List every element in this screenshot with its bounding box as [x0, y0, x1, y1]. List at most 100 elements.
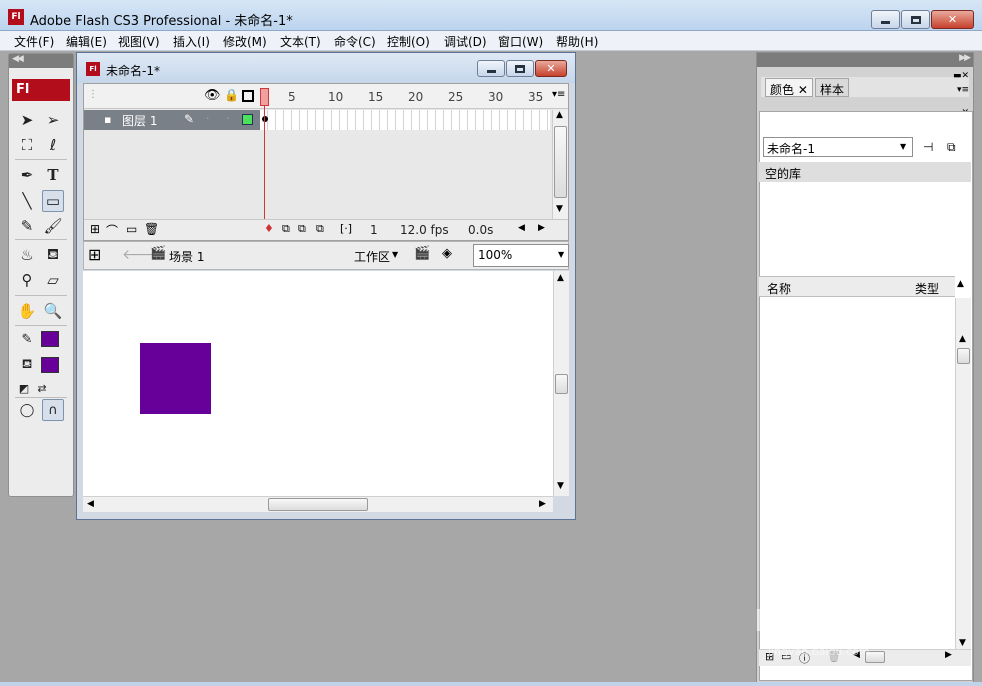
frames-grid[interactable]	[260, 110, 550, 130]
hand-icon[interactable]: ✋	[16, 300, 38, 322]
timeline-grip-icon[interactable]: ⋮	[88, 89, 98, 100]
pencil-icon[interactable]: ✎	[16, 215, 38, 237]
eyedropper-icon[interactable]: ⚲	[16, 269, 38, 291]
eye-icon[interactable]: 👁	[204, 88, 221, 103]
menu-debug[interactable]: 调试(D)	[444, 33, 487, 50]
library-vertical-scrollbar[interactable]: ▲ ▼	[955, 298, 971, 650]
doc-maximize-button[interactable]	[506, 60, 534, 77]
zoom-select[interactable]: 100% ▼	[473, 244, 569, 267]
pen-icon[interactable]: ✒	[16, 164, 38, 186]
chevron-down-icon[interactable]: ▼	[900, 142, 906, 151]
scroll-right-icon[interactable]: ▶	[538, 223, 545, 233]
tools-panel-grip[interactable]: ◀◀	[9, 54, 73, 68]
snap-to-objects-icon[interactable]: ∩	[42, 399, 64, 421]
brush-icon[interactable]: 🖌	[42, 215, 64, 237]
new-library-panel-icon[interactable]: ⧉	[947, 140, 956, 155]
scroll-thumb[interactable]	[268, 498, 368, 511]
zoom-icon[interactable]: 🔍	[42, 300, 64, 322]
sort-icon[interactable]: ▲	[957, 279, 964, 289]
eraser-icon[interactable]: ▱	[42, 269, 64, 291]
text-icon[interactable]: T	[42, 164, 64, 186]
expand-arrows-icon[interactable]: ▶▶	[959, 53, 971, 63]
edit-multiple-icon[interactable]: ⧉	[316, 222, 324, 236]
menu-commands[interactable]: 命令(C)	[334, 33, 376, 50]
scroll-thumb[interactable]	[554, 126, 567, 198]
pin-library-icon[interactable]: ⊣	[923, 140, 933, 154]
insert-layer-icon[interactable]: ⊞	[90, 222, 100, 236]
menu-help[interactable]: 帮助(H)	[556, 33, 598, 50]
close-button[interactable]: ✕	[931, 10, 974, 29]
center-frame-icon[interactable]: ♦	[264, 222, 274, 235]
maximize-button[interactable]	[901, 10, 930, 29]
timeline-toggle-icon[interactable]: ⊞	[88, 245, 101, 264]
doc-minimize-button[interactable]	[477, 60, 505, 77]
visibility-dot-icon[interactable]: ·	[206, 112, 210, 125]
menu-insert[interactable]: 插入(I)	[173, 33, 210, 50]
lock-dot-icon[interactable]: ·	[226, 112, 230, 125]
panel-menu-icon[interactable]: ▾≡	[957, 85, 969, 95]
delete-layer-icon[interactable]: 🗑	[144, 222, 159, 236]
purple-rectangle[interactable]	[140, 343, 211, 414]
scroll-right-icon[interactable]: ▶	[539, 499, 546, 509]
timeline-menu-icon[interactable]: ▾≡	[552, 89, 565, 100]
outline-icon[interactable]	[242, 90, 254, 102]
close-icon[interactable]: ✕	[798, 83, 808, 97]
scroll-left-icon[interactable]: ◀	[87, 499, 94, 509]
playhead-marker[interactable]	[260, 88, 269, 106]
panel-minimize-icon[interactable]: ▬✕	[953, 71, 969, 81]
paint-bucket-icon[interactable]: ⛾	[42, 244, 64, 266]
scroll-down-icon[interactable]: ▼	[556, 204, 563, 214]
menu-control[interactable]: 控制(O)	[387, 33, 430, 50]
fill-color-swatch[interactable]	[41, 357, 59, 373]
menu-window[interactable]: 窗口(W)	[498, 33, 543, 50]
collapse-arrows-icon[interactable]: ◀◀	[12, 54, 24, 64]
scroll-down-icon[interactable]: ▼	[557, 481, 564, 491]
scroll-left-icon[interactable]: ◀	[518, 223, 525, 233]
scroll-up-icon[interactable]: ▲	[959, 334, 966, 344]
scroll-thumb[interactable]	[555, 374, 568, 394]
stage-vertical-scrollbar[interactable]: ▲ ▼	[553, 271, 569, 496]
menu-view[interactable]: 视图(V)	[118, 33, 160, 50]
workspace-dropdown[interactable]: 工作区	[354, 248, 390, 265]
selection-arrow-icon[interactable]: ➤	[16, 109, 38, 131]
menu-edit[interactable]: 编辑(E)	[66, 33, 107, 50]
menu-text[interactable]: 文本(T)	[280, 33, 321, 50]
chevron-down-icon[interactable]: ▼	[392, 250, 398, 259]
tab-swatches[interactable]: 样本	[815, 78, 850, 97]
edit-symbols-icon[interactable]: ◈	[442, 246, 452, 261]
scroll-down-icon[interactable]: ▼	[959, 638, 966, 648]
stage[interactable]	[83, 271, 553, 496]
library-document-select[interactable]: 未命名-1 ▼	[763, 137, 913, 157]
scroll-right-icon[interactable]: ▶	[945, 650, 952, 660]
lock-icon[interactable]: 🔒	[224, 88, 239, 102]
doc-close-button[interactable]: ✕	[535, 60, 567, 77]
layer-row[interactable]: ▪ 图层 1 ✎ · ·	[84, 110, 260, 130]
subselection-icon[interactable]: ➢	[42, 109, 64, 131]
stroke-color-swatch[interactable]	[41, 331, 59, 347]
column-name[interactable]: 名称	[767, 280, 791, 297]
rectangle-icon[interactable]: ▭	[42, 190, 64, 212]
object-drawing-icon[interactable]: ◯	[16, 399, 38, 421]
scroll-thumb[interactable]	[957, 348, 970, 364]
free-transform-icon[interactable]: ⛶	[16, 134, 38, 156]
scroll-up-icon[interactable]: ▲	[557, 273, 564, 283]
stage-horizontal-scrollbar[interactable]: ◀ ▶	[83, 496, 553, 512]
scroll-up-icon[interactable]: ▲	[556, 110, 563, 120]
onion-markers-icon[interactable]: [·]	[340, 222, 352, 235]
layer-outline-color-icon[interactable]	[242, 114, 253, 125]
menu-file[interactable]: 文件(F)	[14, 33, 54, 50]
add-guide-icon[interactable]: ⌒	[106, 222, 118, 239]
menu-modify[interactable]: 修改(M)	[223, 33, 267, 50]
lasso-icon[interactable]: ℓ	[42, 134, 64, 156]
column-type[interactable]: 类型	[915, 280, 939, 297]
ink-bottle-icon[interactable]: ♨	[16, 244, 38, 266]
edit-scene-icon[interactable]: 🎬	[414, 246, 430, 261]
onion-outline-icon[interactable]: ⧉	[298, 222, 306, 236]
onion-skin-icon[interactable]: ⧉	[282, 222, 290, 236]
swap-colors-icon[interactable]: ⇄	[31, 377, 53, 399]
chevron-down-icon[interactable]: ▼	[558, 250, 564, 259]
insert-folder-icon[interactable]: ▭	[126, 222, 137, 236]
timeline-vertical-scrollbar[interactable]: ▲ ▼	[552, 110, 568, 219]
minimize-button[interactable]	[871, 10, 900, 29]
dock-grip[interactable]: ▶▶	[757, 53, 973, 67]
